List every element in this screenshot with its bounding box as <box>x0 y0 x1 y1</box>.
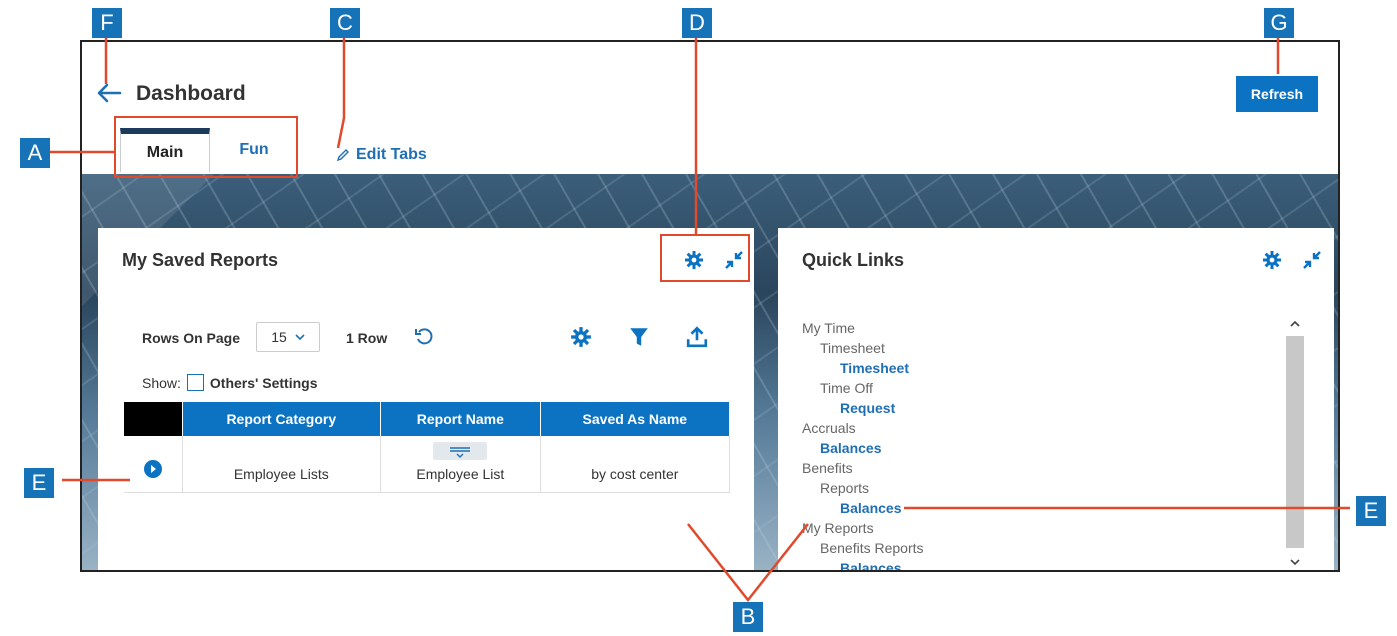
drag-handle-icon[interactable] <box>433 441 488 460</box>
rows-on-page-label: Rows On Page <box>142 330 241 346</box>
table-row[interactable]: Employee Lists Employee List by cost cen… <box>124 436 731 493</box>
rows-on-page-select[interactable]: 15 <box>256 322 320 352</box>
edit-tabs-label: Edit Tabs <box>356 146 427 163</box>
callout-box-a <box>114 116 298 178</box>
list-item: Accruals <box>802 420 856 436</box>
callout-label-e: E <box>24 468 54 498</box>
refresh-button[interactable]: Refresh <box>1236 76 1318 112</box>
saved-reports-table: Report Category Report Name Saved As Nam… <box>124 402 731 493</box>
quick-links-widget: Quick Links My Time Timesheet Timesheet … <box>778 228 1334 570</box>
undo-icon[interactable] <box>414 326 434 346</box>
column-header[interactable]: Saved As Name <box>540 402 731 436</box>
column-header[interactable]: Report Name <box>380 402 541 436</box>
report-category-cell: Employee Lists <box>182 436 382 493</box>
scrollbar-thumb[interactable] <box>1286 336 1304 548</box>
callout-label-f: F <box>92 8 122 38</box>
export-icon[interactable] <box>686 326 708 348</box>
pencil-icon <box>336 149 349 162</box>
report-name-cell: Employee List <box>380 436 541 493</box>
annotated-screenshot: Dashboard Main Fun Edit Tabs Refresh My … <box>0 0 1397 636</box>
scroll-up-icon[interactable] <box>1284 314 1306 334</box>
back-arrow-icon[interactable] <box>96 80 122 106</box>
saved-reports-widget: My Saved Reports Rows On Page 15 1 Row S… <box>98 228 754 570</box>
row-action-header <box>124 402 183 436</box>
play-icon[interactable] <box>143 459 163 479</box>
list-item: My Time <box>802 320 855 336</box>
list-item: My Reports <box>802 520 874 536</box>
callout-label-b: B <box>733 602 763 632</box>
callout-label-g: G <box>1264 8 1294 38</box>
quick-link[interactable]: Balances <box>802 438 1282 458</box>
quick-link[interactable]: Balances <box>802 558 1282 570</box>
quick-link[interactable]: Balances <box>802 498 1282 518</box>
row-count: 1 Row <box>346 330 388 346</box>
widget-title: Quick Links <box>802 250 905 270</box>
row-action-cell <box>124 436 183 493</box>
list-item: Benefits Reports <box>820 540 924 556</box>
show-label: Show: <box>142 374 181 391</box>
quick-link[interactable]: Request <box>802 398 1282 418</box>
list-item: Time Off <box>820 380 873 396</box>
quick-links-scrollbar[interactable] <box>1284 314 1308 570</box>
callout-label-a: A <box>20 138 50 168</box>
callout-label-e: E <box>1356 496 1386 526</box>
filter-icon[interactable] <box>628 326 650 348</box>
callout-label-c: C <box>330 8 360 38</box>
callout-label-d: D <box>682 8 712 38</box>
widget-title: My Saved Reports <box>122 250 279 270</box>
chevron-down-icon <box>295 334 305 341</box>
quick-link[interactable]: Timesheet <box>802 358 1282 378</box>
scroll-down-icon[interactable] <box>1284 552 1306 570</box>
rows-on-page-value: 15 <box>271 329 287 345</box>
gear-icon[interactable] <box>1262 250 1282 270</box>
show-filter: Show: Others' Settings <box>142 374 318 391</box>
gear-icon[interactable] <box>570 326 592 348</box>
list-item: Timesheet <box>820 340 885 356</box>
callout-box-d <box>660 234 750 282</box>
saved-as-cell: by cost center <box>540 436 731 493</box>
edit-tabs-link[interactable]: Edit Tabs <box>336 146 427 164</box>
list-item: Benefits <box>802 460 853 476</box>
list-item: Reports <box>820 480 870 496</box>
column-header[interactable]: Report Category <box>182 402 382 436</box>
others-settings-checkbox[interactable] <box>186 374 204 391</box>
quick-links-list: My Time Timesheet Timesheet Time Off Req… <box>802 318 1282 570</box>
page-title: Dashboard <box>136 82 246 105</box>
others-settings-label: Others' Settings <box>209 374 318 391</box>
report-name-value: Employee List <box>416 465 505 482</box>
collapse-icon[interactable] <box>1302 250 1322 270</box>
